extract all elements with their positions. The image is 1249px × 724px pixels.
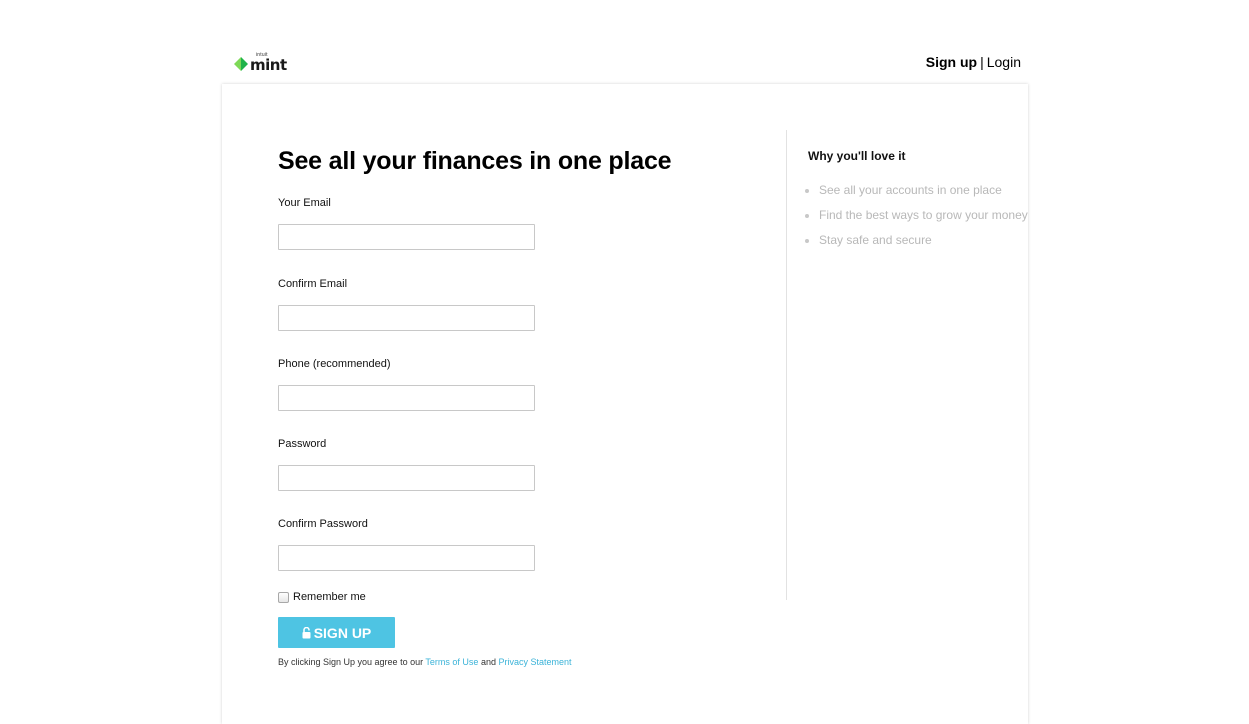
lock-open-icon [302,626,311,639]
phone-label: Phone (recommended) [278,358,391,370]
leaf-icon [234,57,248,71]
terms-notice: By clicking Sign Up you agree to our Ter… [278,657,758,667]
benefits-list: See all your accounts in one place Find … [805,178,1038,253]
terms-of-use-link[interactable]: Terms of Use [425,657,478,667]
remember-me[interactable]: Remember me [278,591,758,603]
phone-field-group: Phone (recommended) [278,357,758,411]
list-item: Find the best ways to grow your money [805,203,1038,228]
bullet-icon [805,188,809,193]
signup-button-label: SIGN UP [313,624,372,641]
terms-prefix: By clicking Sign Up you agree to our [278,657,424,667]
signup-link[interactable]: Sign up [926,54,977,70]
confirm-password-input[interactable] [278,545,535,571]
remember-me-label: Remember me [293,591,366,603]
benefit-text: Find the best ways to grow your money [819,208,1028,222]
mint-logo[interactable]: intuit mint [234,52,287,74]
login-link[interactable]: Login [987,54,1021,70]
signup-button[interactable]: SIGN UP [278,617,395,648]
benefit-text: Stay safe and secure [819,233,932,247]
benefits-title: Why you'll love it [808,149,906,163]
password-input[interactable] [278,465,535,491]
privacy-statement-link[interactable]: Privacy Statement [499,657,572,667]
auth-links: Sign up | Login [926,54,1021,70]
bullet-icon [805,213,809,218]
email-field-group: Your Email [278,196,758,250]
bullet-icon [805,238,809,243]
benefit-text: See all your accounts in one place [819,183,1002,197]
confirm-email-label: Confirm Email [278,278,348,290]
email-input[interactable] [278,224,535,250]
password-field-group: Password [278,437,758,491]
email-label: Your Email [278,197,331,209]
column-divider [786,130,787,600]
confirm-email-input[interactable] [278,305,535,331]
confirm-password-field-group: Confirm Password [278,517,758,571]
confirm-email-field-group: Confirm Email [278,277,758,331]
page-title: See all your finances in one place [278,147,672,175]
signup-form: See all your finances in one place Your … [278,144,758,667]
logo-mint-text: mint [250,56,287,74]
terms-conjunction: and [480,657,496,667]
list-item: Stay safe and secure [805,228,1038,253]
list-item: See all your accounts in one place [805,178,1038,203]
password-label: Password [278,438,327,450]
auth-separator: | [980,54,984,70]
phone-input[interactable] [278,385,535,411]
benefits-panel: Why you'll love it See all your accounts… [805,148,1038,253]
remember-me-checkbox[interactable] [278,591,289,603]
signup-card: See all your finances in one place Your … [222,84,1028,724]
top-header: intuit mint Sign up | Login [0,0,1249,84]
confirm-password-label: Confirm Password [278,518,368,530]
